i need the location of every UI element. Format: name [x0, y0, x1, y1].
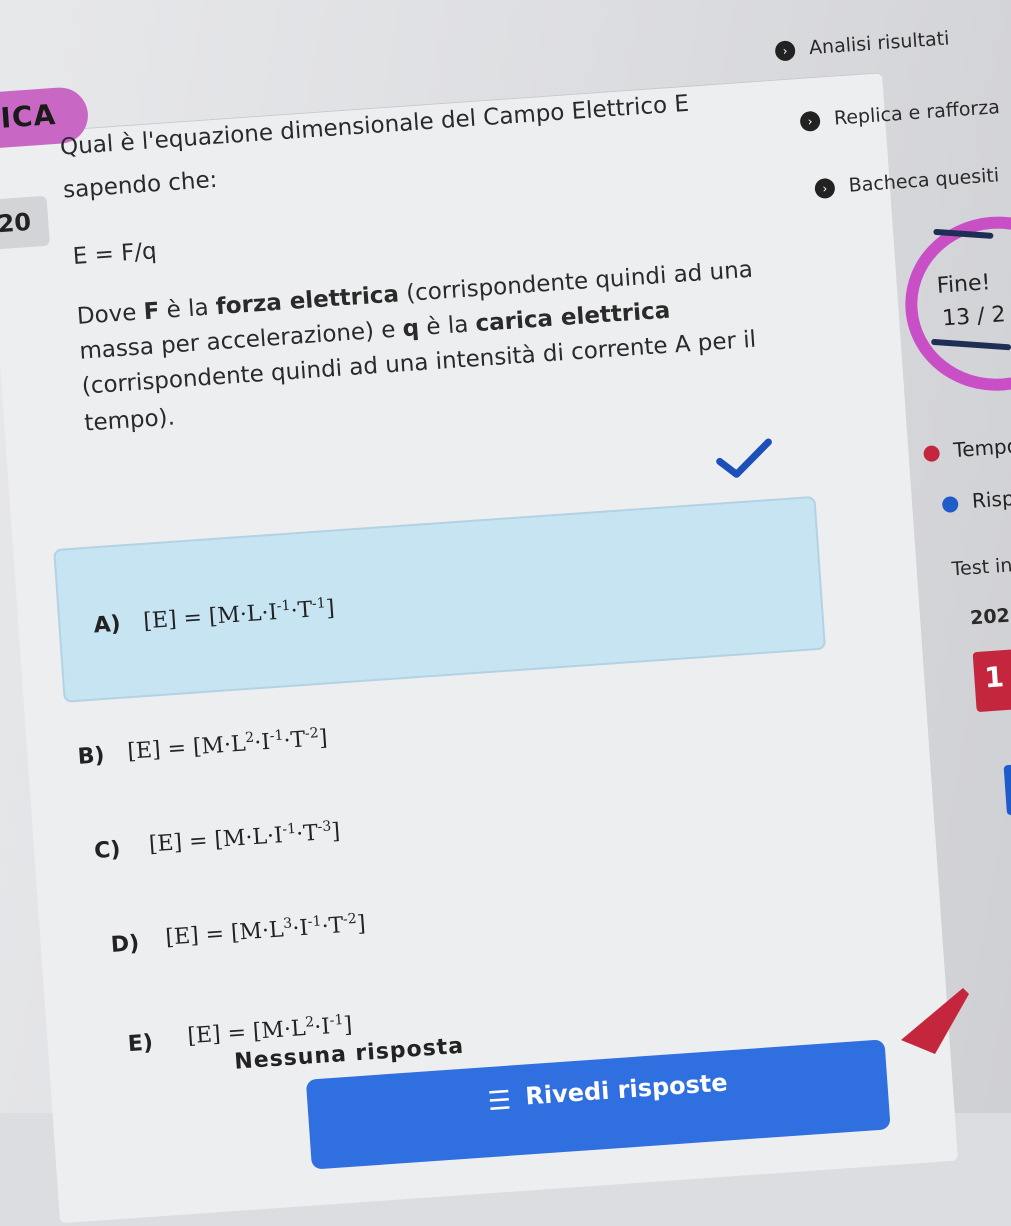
question-number: 20 [0, 195, 50, 251]
option-b-letter: B) [76, 743, 106, 770]
option-a-letter: A) [92, 611, 122, 639]
menu-analisi-risultati[interactable]: › Analisi risultati [774, 27, 950, 62]
checkmark-icon [716, 438, 772, 478]
option-c-letter: C) [93, 837, 122, 864]
option-d-letter: D) [110, 931, 141, 959]
legend-tempo: Tempo [923, 434, 1011, 465]
test-label: Test inizi [950, 552, 1011, 581]
chevron-right-icon: › [799, 110, 821, 132]
progress-count: 13 / 2 [941, 302, 1007, 332]
legend-risposte: Rispo [941, 485, 1011, 515]
chevron-right-icon: › [814, 177, 836, 199]
quiz-screen: ISICA 20 Qual è l'equazione dimensionale… [0, 0, 1011, 1224]
chevron-right-icon: › [774, 39, 796, 62]
option-e-letter: E) [127, 1030, 154, 1058]
blue-dot-icon [941, 495, 959, 513]
review-answers-label: Rivedi risposte [524, 1068, 729, 1111]
red-dot-icon [923, 444, 941, 462]
progress-label: Fine! [936, 270, 992, 299]
red-flag-icon [901, 988, 969, 1054]
time-tile: 1 [972, 648, 1011, 713]
subject-label: ISICA [0, 97, 58, 137]
list-icon: ☰ [486, 1085, 513, 1118]
year-label: 2025 al [969, 602, 1011, 630]
answers-tile: I [1003, 762, 1011, 816]
